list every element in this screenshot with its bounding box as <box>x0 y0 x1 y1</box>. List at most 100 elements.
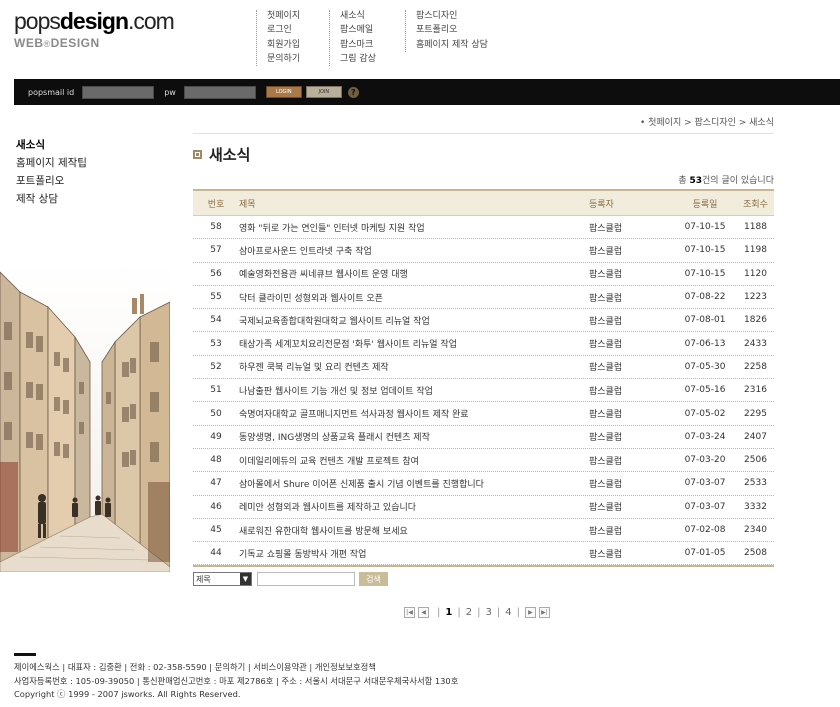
header-writer: 등록자 <box>589 199 614 210</box>
row-date: 07-10-15 <box>684 245 726 256</box>
row-no: 48 <box>210 455 222 466</box>
last-page-icon[interactable]: ▶| <box>538 607 550 618</box>
side-menu-portfolio[interactable]: 포트폴리오 <box>16 172 87 190</box>
row-title-link[interactable]: 태상가족 세계꼬치요리전문점 '화투' 웹사이트 리뉴얼 작업 <box>239 337 589 350</box>
row-date: 07-10-15 <box>684 222 726 233</box>
row-date: 07-08-01 <box>684 315 726 326</box>
row-date: 07-08-22 <box>684 292 726 303</box>
id-label: popsmail id <box>28 87 75 97</box>
side-menu-tips[interactable]: 홈페이지 제작팁 <box>16 154 87 172</box>
table-bottom-rule <box>193 565 774 568</box>
page-4[interactable]: 4 <box>505 607 511 618</box>
row-hits: 1120 <box>744 268 767 279</box>
table-row[interactable]: 57 삼아프로사운드 인트라넷 구축 작업 팝스클럽 07-10-15 1198 <box>193 239 774 263</box>
footer-company-line: 제이에스웍스 | 대표자 : 김중환 | 전화 : 02-358-5590 | … <box>14 662 376 672</box>
gnav-news-link[interactable]: 새소식 <box>340 10 376 23</box>
row-writer: 팝스클럽 <box>589 363 623 374</box>
table-row[interactable]: 45 새로워진 유한대학 웹사이트를 방문해 보세요 팝스클럽 07-02-08 234… <box>193 519 774 543</box>
page-title: 새소식 <box>209 146 251 164</box>
header-no: 번호 <box>207 199 225 210</box>
login-button[interactable]: LOGIN <box>265 86 302 98</box>
row-date: 07-03-07 <box>684 501 726 512</box>
logo-wordmark: popsdesign.com <box>14 8 175 34</box>
title-bullet-icon <box>193 150 202 159</box>
search-input[interactable] <box>257 572 355 586</box>
search-bar: 제목 ▼ 검색 <box>193 572 388 586</box>
row-title-link[interactable]: 숙명여자대학교 골프매니지먼트 석사과정 웹사이트 제작 완료 <box>239 407 589 420</box>
gnav-consult-link[interactable]: 홈페이지 제작 상담 <box>416 39 488 52</box>
table-row[interactable]: 44 기독교 쇼핑몰 동방박사 개편 작업 팝스클럽 07-01-05 2508 <box>193 542 774 566</box>
row-hits: 2295 <box>744 408 767 419</box>
table-row[interactable]: 52 하우젠 쿡북 리뉴얼 및 요리 컨텐츠 제작 팝스클럽 07-05-30 2258 <box>193 356 774 380</box>
row-no: 56 <box>210 268 222 279</box>
row-title-link[interactable]: 국제뇌교육종합대학원대학교 웹사이트 리뉴얼 작업 <box>239 314 589 327</box>
table-row[interactable]: 56 예술영화전용관 씨네큐브 웹사이트 운영 대행 팝스클럽 07-10-15 112… <box>193 263 774 286</box>
gnav-home-link[interactable]: 첫페이지 <box>267 10 300 23</box>
search-button[interactable]: 검색 <box>359 572 388 586</box>
first-page-icon[interactable]: |◀ <box>404 607 415 618</box>
logo-tagline: WEB®DESIGN <box>14 36 100 50</box>
table-row[interactable]: 51 나남출판 웹사이트 기능 개선 및 정보 업데이트 작업 팝스클럽 07-05-… <box>193 379 774 403</box>
table-row[interactable]: 47 삼아몰에서 Shure 이어폰 신제품 출시 기념 이벤트를 진행합니다 팝스… <box>193 472 774 496</box>
news-table: 번호 제목 등록자 등록일 조회수 58 영화 "뒤로 가는 연인들" 인터넷 마… <box>193 189 774 568</box>
row-title-link[interactable]: 삼아몰에서 Shure 이어폰 신제품 출시 기념 이벤트를 진행합니다 <box>239 477 589 490</box>
row-no: 53 <box>210 338 222 349</box>
row-title-link[interactable]: 삼아프로사운드 인트라넷 구축 작업 <box>239 244 589 257</box>
row-writer: 팝스클럽 <box>589 246 623 257</box>
row-title-link[interactable]: 레미안 성형외과 웹사이트를 제작하고 있습니다 <box>239 500 589 513</box>
breadcrumb-divider <box>193 133 774 134</box>
row-hits: 2340 <box>744 525 767 535</box>
row-date: 07-01-05 <box>684 548 726 559</box>
gnav-portfolio-link[interactable]: 포트폴리오 <box>416 24 488 37</box>
gnav-popsmail-link[interactable]: 팝스메일 <box>340 24 376 37</box>
table-row[interactable]: 53 태상가족 세계꼬치요리전문점 '화투' 웹사이트 리뉴얼 작업 팝스클럽 07-… <box>193 332 774 356</box>
gnav-popsdesign-link[interactable]: 팝스디자인 <box>416 10 488 23</box>
row-title-link[interactable]: 영화 "뒤로 가는 연인들" 인터넷 마케팅 지원 작업 <box>239 221 589 234</box>
page-2[interactable]: 2 <box>466 607 472 618</box>
row-title-link[interactable]: 동양생명, ING생명의 상품교육 플래시 컨텐츠 제작 <box>239 430 589 443</box>
id-input[interactable] <box>82 85 155 99</box>
row-no: 47 <box>210 478 222 489</box>
row-date: 07-03-24 <box>684 431 726 442</box>
pw-input[interactable] <box>183 85 256 99</box>
page-3[interactable]: 3 <box>485 607 491 618</box>
table-row[interactable]: 48 이데일리에듀의 교육 컨텐츠 개발 프로젝트 참여 팝스클럽 07-03-20 2… <box>193 449 774 473</box>
breadcrumb[interactable]: • 첫페이지 > 팝스디자인 > 새소식 <box>640 115 774 128</box>
row-title-link[interactable]: 닥터 클라이민 성형외과 웹사이트 오픈 <box>239 291 589 304</box>
table-row[interactable]: 50 숙명여자대학교 골프매니지먼트 석사과정 웹사이트 제작 완료 팝스클럽 07-… <box>193 402 774 426</box>
gnav-signup-link[interactable]: 회원가입 <box>267 39 300 52</box>
next-page-icon[interactable]: ▶ <box>524 607 536 618</box>
side-menu-news[interactable]: 새소식 <box>16 136 87 154</box>
row-title-link[interactable]: 하우젠 쿡북 리뉴얼 및 요리 컨텐츠 제작 <box>239 360 589 373</box>
row-writer: 팝스클럽 <box>589 270 623 281</box>
street-illustration <box>0 262 170 572</box>
row-title-link[interactable]: 예술영화전용관 씨네큐브 웹사이트 운영 대행 <box>239 267 589 280</box>
gnav-contact-link[interactable]: 문의하기 <box>267 53 300 66</box>
row-title-link[interactable]: 이데일리에듀의 교육 컨텐츠 개발 프로젝트 참여 <box>239 454 589 467</box>
row-date: 07-05-16 <box>684 385 726 396</box>
table-row[interactable]: 54 국제뇌교육종합대학원대학교 웹사이트 리뉴얼 작업 팝스클럽 07-08-01 1… <box>193 309 774 333</box>
help-icon[interactable]: ? <box>347 86 359 98</box>
row-writer: 팝스클럽 <box>589 433 623 444</box>
row-hits: 3332 <box>744 501 767 512</box>
side-menu-consult[interactable]: 제작 상담 <box>16 190 87 208</box>
gnav-login-link[interactable]: 로그인 <box>267 24 300 37</box>
table-row[interactable]: 55 닥터 클라이민 성형외과 웹사이트 오픈 팝스클럽 07-08-22 1223 <box>193 286 774 310</box>
row-title-link[interactable]: 나남출판 웹사이트 기능 개선 및 정보 업데이트 작업 <box>239 384 589 397</box>
row-title-link[interactable]: 새로워진 유한대학 웹사이트를 방문해 보세요 <box>239 524 589 537</box>
table-row[interactable]: 46 레미안 성형외과 웹사이트를 제작하고 있습니다 팝스클럽 07-03-07 33… <box>193 496 774 519</box>
gnav-popsmark-link[interactable]: 팝스마크 <box>340 39 376 52</box>
pw-label: pw <box>164 87 176 97</box>
prev-page-icon[interactable]: ◀ <box>418 607 429 618</box>
search-field-select[interactable]: 제목 ▼ <box>193 572 252 586</box>
table-row[interactable]: 58 영화 "뒤로 가는 연인들" 인터넷 마케팅 지원 작업 팝스클럽 07-10-… <box>193 216 774 240</box>
row-title-link[interactable]: 기독교 쇼핑몰 동방박사 개편 작업 <box>239 547 589 560</box>
site-logo[interactable]: popsdesign.com WEB®DESIGN <box>14 8 175 50</box>
gnav-gallery-link[interactable]: 그림 감상 <box>340 53 376 66</box>
page-1[interactable]: 1 <box>445 607 452 618</box>
table-row[interactable]: 49 동양생명, ING생명의 상품교육 플래시 컨텐츠 제작 팝스클럽 07-03-… <box>193 426 774 449</box>
row-no: 58 <box>210 222 222 233</box>
global-nav-column-2: 새소식 팝스메일 팝스마크 그림 감상 <box>329 10 376 67</box>
row-hits: 1198 <box>744 245 767 256</box>
join-button[interactable]: JOIN <box>305 86 342 98</box>
